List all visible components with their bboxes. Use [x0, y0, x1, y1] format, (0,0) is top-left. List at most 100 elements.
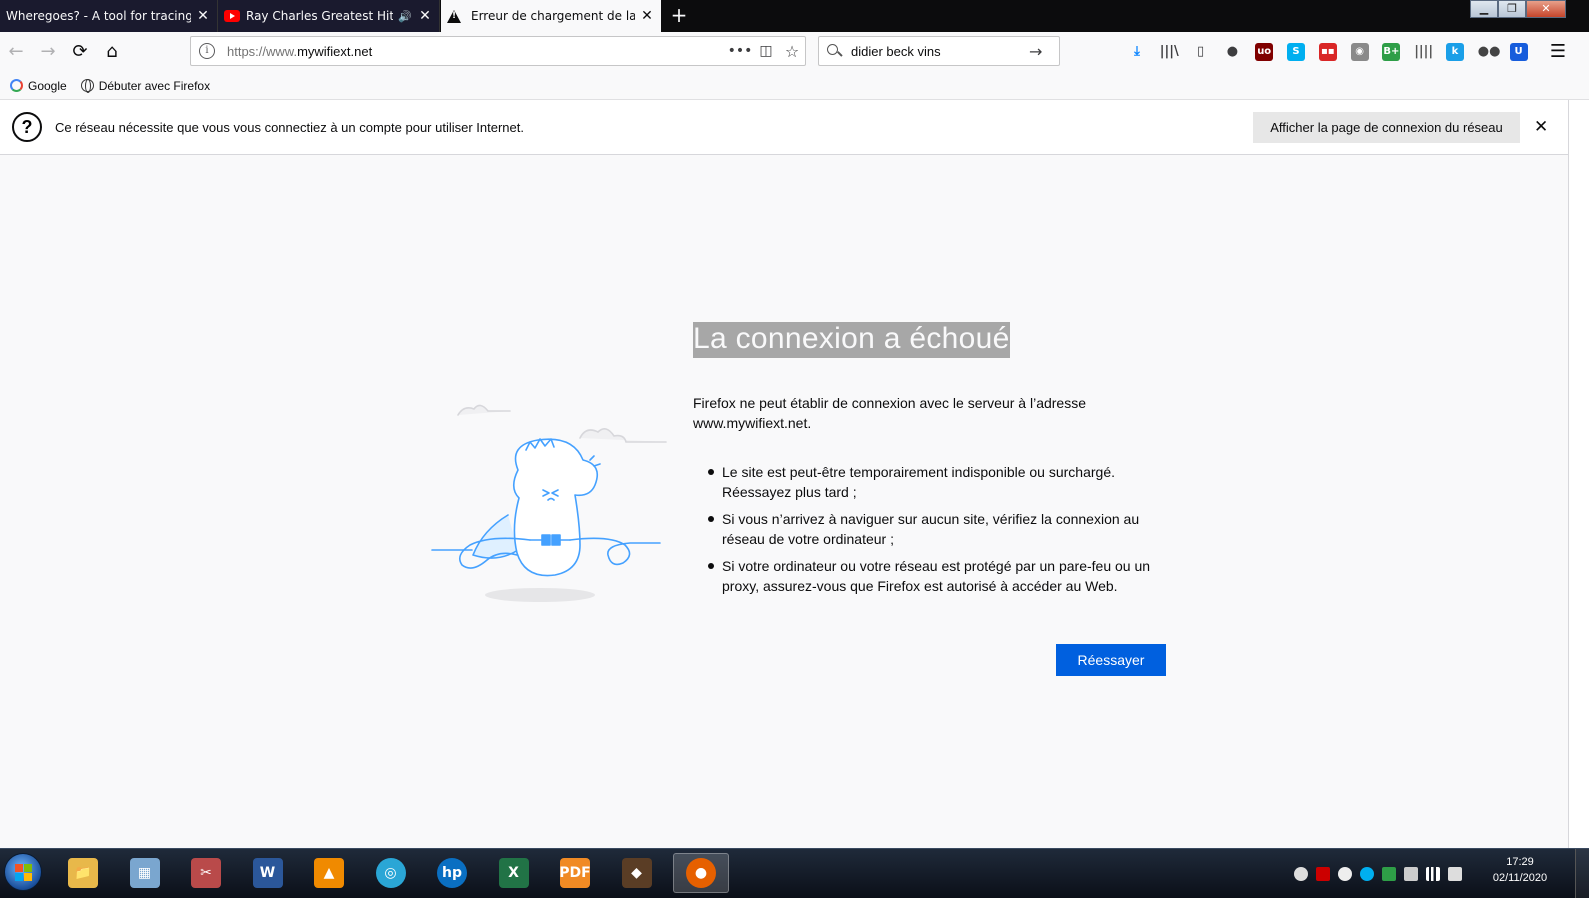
ext-green-icon[interactable]: B+	[1382, 43, 1401, 61]
device-icon[interactable]	[1404, 867, 1418, 881]
taskbar-app-snipping[interactable]: ✂	[181, 853, 231, 893]
bookmark-getting-started[interactable]: Débuter avec Firefox	[80, 78, 211, 93]
tab-title: Wheregoes? - A tool for tracing the	[6, 9, 191, 23]
right-edge	[1568, 100, 1589, 848]
tab-error-page[interactable]: Erreur de chargement de la pag ✕	[441, 0, 661, 32]
show-desktop-button[interactable]	[1575, 849, 1589, 898]
google-icon	[10, 79, 23, 92]
bookmark-label: Débuter avec Firefox	[98, 78, 211, 93]
forward-button[interactable]: →	[36, 40, 60, 64]
search-input[interactable]	[851, 43, 1021, 59]
checkmark-icon[interactable]	[1382, 867, 1396, 881]
tab-close-icon[interactable]: ✕	[639, 8, 655, 24]
network-icon[interactable]	[1426, 867, 1440, 881]
notification-message: Ce réseau nécessite que vous vous connec…	[55, 119, 524, 135]
taskbar-app-excel[interactable]: X	[489, 853, 539, 893]
url-bar[interactable]: i https://www.mywifiext.net ••• ◫ ☆	[190, 36, 806, 66]
bitwarden-icon[interactable]: U	[1509, 43, 1528, 61]
taskbar-app-vlc[interactable]: ▲	[304, 853, 354, 893]
taskbar: 📁 ▦ ✂ W ▲ ◎ hp X PDF ◆ ● 17:29 02/11/2020	[0, 848, 1589, 898]
error-suggestions: Le site est peut-être temporairement ind…	[708, 462, 1168, 603]
minimize-button[interactable]: ▁	[1470, 0, 1498, 18]
bookmark-star-icon[interactable]: ☆	[779, 42, 805, 61]
system-tray	[1290, 857, 1466, 891]
pocket-icon[interactable]: ◫	[753, 43, 779, 59]
taskbar-app-communicator[interactable]: ◎	[366, 853, 416, 893]
tab-wheregoes[interactable]: Wheregoes? - A tool for tracing the ✕	[0, 0, 218, 32]
new-tab-button[interactable]: +	[668, 4, 690, 26]
bookmark-label: Google	[28, 78, 67, 93]
taskbar-app-pdf[interactable]: PDF	[550, 853, 600, 893]
tab-strip: Wheregoes? - A tool for tracing the ✕ Ra…	[0, 0, 1589, 32]
excel-icon: X	[498, 858, 529, 888]
volume-icon[interactable]	[1448, 867, 1462, 881]
clock-date: 02/11/2020	[1492, 872, 1548, 884]
retry-button[interactable]: Réessayer	[1056, 644, 1166, 676]
tab-close-icon[interactable]: ✕	[417, 8, 433, 24]
tab-title: Erreur de chargement de la pag	[471, 9, 635, 23]
ext-grey-icon[interactable]: ◉	[1350, 43, 1369, 61]
disconnected-creature-illustration	[430, 400, 670, 613]
search-go-icon[interactable]: →	[1029, 42, 1042, 61]
snipping-icon: ✂	[191, 858, 221, 888]
audio-icon[interactable]: 🔊	[397, 10, 413, 23]
ext-red-icon[interactable]: ▪▪	[1318, 43, 1337, 61]
error-title: La connexion a échoué	[693, 322, 1010, 358]
account-icon[interactable]: ●	[1223, 43, 1241, 61]
question-icon: ?	[12, 112, 42, 142]
url-scheme: https://www.	[227, 43, 298, 59]
taskbar-app-calculator[interactable]: ▦	[120, 853, 170, 893]
captive-portal-notification: ? Ce réseau nécessite que vous vous conn…	[0, 100, 1568, 155]
firefox-icon: ●	[686, 858, 716, 888]
restore-button[interactable]: ❐	[1498, 0, 1526, 18]
communicator-icon: ◎	[375, 858, 406, 888]
reload-button[interactable]: ⟳	[68, 40, 92, 64]
page-actions-icon[interactable]: •••	[727, 43, 753, 59]
taskbar-app-word[interactable]: W	[243, 853, 293, 893]
taskbar-app-hp[interactable]: hp	[427, 853, 477, 893]
word-icon: W	[252, 858, 283, 888]
navigation-toolbar: ← → ⟳ ⌂ i https://www.mywifiext.net ••• …	[0, 32, 1589, 72]
hp-icon: hp	[437, 858, 467, 888]
bookmark-google[interactable]: Google	[10, 79, 67, 93]
cloud-sync-icon[interactable]	[1338, 867, 1352, 881]
warning-icon	[447, 9, 461, 23]
skype-tray-icon[interactable]	[1360, 867, 1374, 881]
taskbar-app-game[interactable]: ◆	[612, 853, 662, 893]
back-button[interactable]: ←	[4, 40, 28, 64]
clock-time: 17:29	[1506, 856, 1534, 868]
notification-close-icon[interactable]: ✕	[1534, 117, 1548, 137]
window-close-button[interactable]: ✕	[1526, 0, 1566, 18]
info-icon[interactable]: i	[199, 43, 215, 59]
downloads-icon[interactable]: ⤓	[1128, 43, 1146, 61]
taskbar-app-firefox[interactable]: ●	[673, 853, 729, 893]
start-button[interactable]	[4, 853, 42, 891]
ext-k-icon[interactable]: k	[1446, 43, 1464, 61]
ext-bars-icon[interactable]: ||||	[1414, 43, 1433, 61]
sidebar-icon[interactable]: ▯	[1192, 43, 1210, 61]
url-text[interactable]: https://www.mywifiext.net	[227, 44, 727, 59]
ext-people-icon[interactable]: ●●	[1478, 43, 1501, 61]
flash-icon[interactable]	[1316, 867, 1330, 881]
cloud-icon[interactable]	[1294, 867, 1308, 881]
ublock-icon[interactable]: uo	[1255, 43, 1274, 61]
taskbar-app-explorer[interactable]: 📁	[58, 853, 108, 893]
bookmarks-toolbar: Google Débuter avec Firefox	[0, 72, 1589, 100]
tab-close-icon[interactable]: ✕	[195, 8, 211, 24]
suggestion-item: Le site est peut-être temporairement ind…	[708, 462, 1168, 502]
vlc-icon: ▲	[314, 858, 344, 888]
url-host: mywifiext.net	[297, 43, 373, 59]
menu-icon[interactable]: ☰	[1546, 40, 1570, 64]
calculator-icon: ▦	[129, 858, 160, 888]
explorer-icon: 📁	[68, 858, 98, 888]
suggestion-item: Si vous n’arrivez à naviguer sur aucun s…	[708, 509, 1168, 549]
youtube-icon	[224, 10, 240, 22]
tab-ray-charles[interactable]: Ray Charles Greatest Hits - T 🔊 ✕	[218, 0, 440, 32]
library-icon[interactable]: |||\	[1160, 43, 1179, 61]
clock[interactable]: 17:29 02/11/2020	[1480, 854, 1560, 886]
home-button[interactable]: ⌂	[100, 40, 124, 64]
open-login-page-button[interactable]: Afficher la page de connexion du réseau	[1253, 112, 1520, 143]
search-icon	[827, 44, 841, 58]
search-bar[interactable]: →	[818, 36, 1060, 66]
skype-icon[interactable]: S	[1287, 43, 1305, 61]
